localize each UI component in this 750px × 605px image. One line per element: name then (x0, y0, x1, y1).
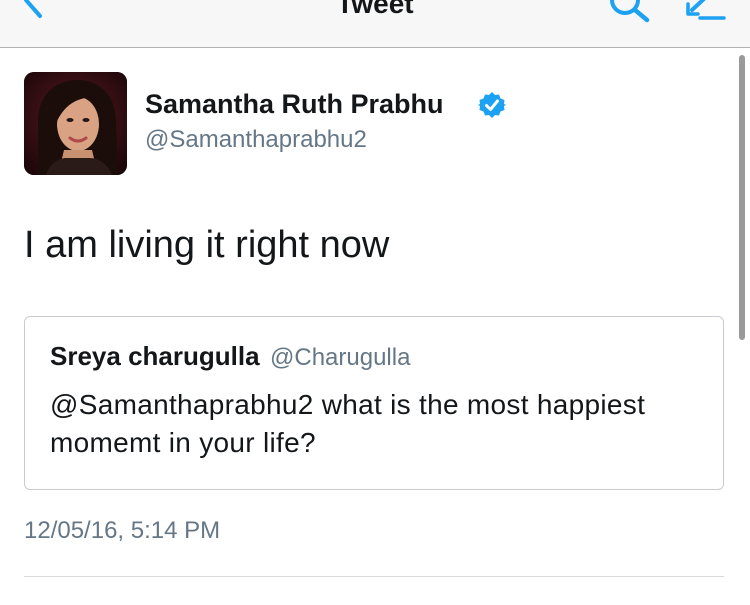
scroll-indicator[interactable] (739, 55, 745, 340)
quoted-author-name: Sreya charugulla (50, 341, 260, 371)
verified-badge-icon (478, 91, 506, 119)
compose-icon (686, 0, 726, 20)
avatar[interactable] (24, 72, 127, 175)
avatar-photo (24, 72, 127, 175)
compose-button[interactable] (680, 0, 728, 24)
tweet-timestamp: 12/05/16, 5:14 PM (24, 517, 221, 544)
author-handle[interactable]: @Samanthaprabhu2 (145, 125, 367, 155)
quoted-tweet-header: Sreya charugulla @Charugulla (50, 340, 410, 377)
quoted-tweet-card[interactable]: Sreya charugulla @Charugulla @Samanthapr… (24, 316, 724, 490)
quoted-tweet-text: @Samanthaprabhu2 what is the most happie… (50, 389, 646, 458)
search-button[interactable] (605, 0, 653, 24)
tweet-text: I am living it right now (24, 224, 390, 266)
divider (24, 576, 724, 577)
navigation-bar: Tweet (0, 0, 750, 48)
author-display-name[interactable]: Samantha Ruth Prabhu (145, 88, 444, 120)
quoted-author-handle: @Charugulla (270, 344, 411, 371)
search-icon (610, 0, 650, 23)
